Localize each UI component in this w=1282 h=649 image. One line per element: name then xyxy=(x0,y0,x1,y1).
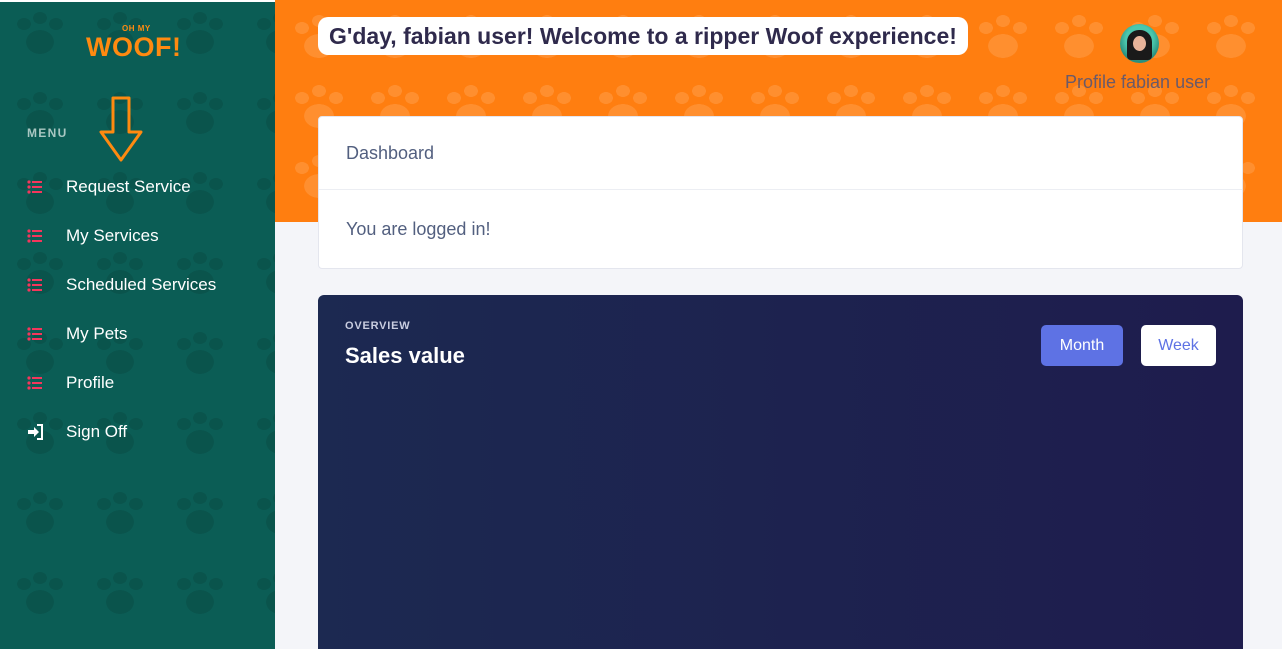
list-icon xyxy=(27,277,42,292)
sales-chart-card: OVERVIEW Sales value Month Week xyxy=(318,295,1243,649)
greeting-banner: G'day, fabian user! Welcome to a ripper … xyxy=(318,17,968,55)
list-icon xyxy=(27,375,42,390)
sidebar-item-sign-off[interactable]: Sign Off xyxy=(0,407,275,456)
profile-link[interactable]: Profile fabian user xyxy=(1065,72,1210,93)
month-button[interactable]: Month xyxy=(1041,325,1123,366)
avatar[interactable] xyxy=(1120,24,1159,63)
avatar-face xyxy=(1133,36,1146,51)
sidebar-item-scheduled-services[interactable]: Scheduled Services xyxy=(0,260,275,309)
sidebar-item-label: Sign Off xyxy=(66,421,128,441)
sidebar-item-request-service[interactable]: Request Service xyxy=(0,162,275,211)
sidebar-menu: Request Service My Services Scheduled Se… xyxy=(0,162,275,456)
down-arrow-icon xyxy=(99,96,143,162)
sidebar-item-profile[interactable]: Profile xyxy=(0,358,275,407)
card-title: Dashboard xyxy=(319,117,1242,190)
sidebar-item-my-pets[interactable]: My Pets xyxy=(0,309,275,358)
dashboard-card: Dashboard You are logged in! xyxy=(318,116,1243,269)
list-icon xyxy=(27,179,42,194)
logo-text: WOOF! xyxy=(86,32,182,62)
sidebar-item-label: Request Service xyxy=(66,176,191,196)
sign-out-icon xyxy=(28,423,43,440)
sidebar-item-label: Scheduled Services xyxy=(66,274,217,294)
sidebar-item-label: My Pets xyxy=(66,323,128,343)
list-icon xyxy=(27,228,42,243)
app-logo[interactable]: OH MY WOOF! xyxy=(86,24,190,64)
sidebar: OH MY WOOF! MENU Request Service My Serv… xyxy=(0,0,275,649)
sidebar-item-label: My Services xyxy=(66,225,159,245)
chart-overline: OVERVIEW xyxy=(345,320,411,332)
sidebar-item-label: Profile xyxy=(66,372,115,392)
chart-title: Sales value xyxy=(345,343,465,368)
menu-heading: MENU xyxy=(27,126,68,140)
sidebar-item-my-services[interactable]: My Services xyxy=(0,211,275,260)
card-message: You are logged in! xyxy=(346,218,491,239)
list-icon xyxy=(27,326,42,341)
week-button[interactable]: Week xyxy=(1141,325,1216,366)
